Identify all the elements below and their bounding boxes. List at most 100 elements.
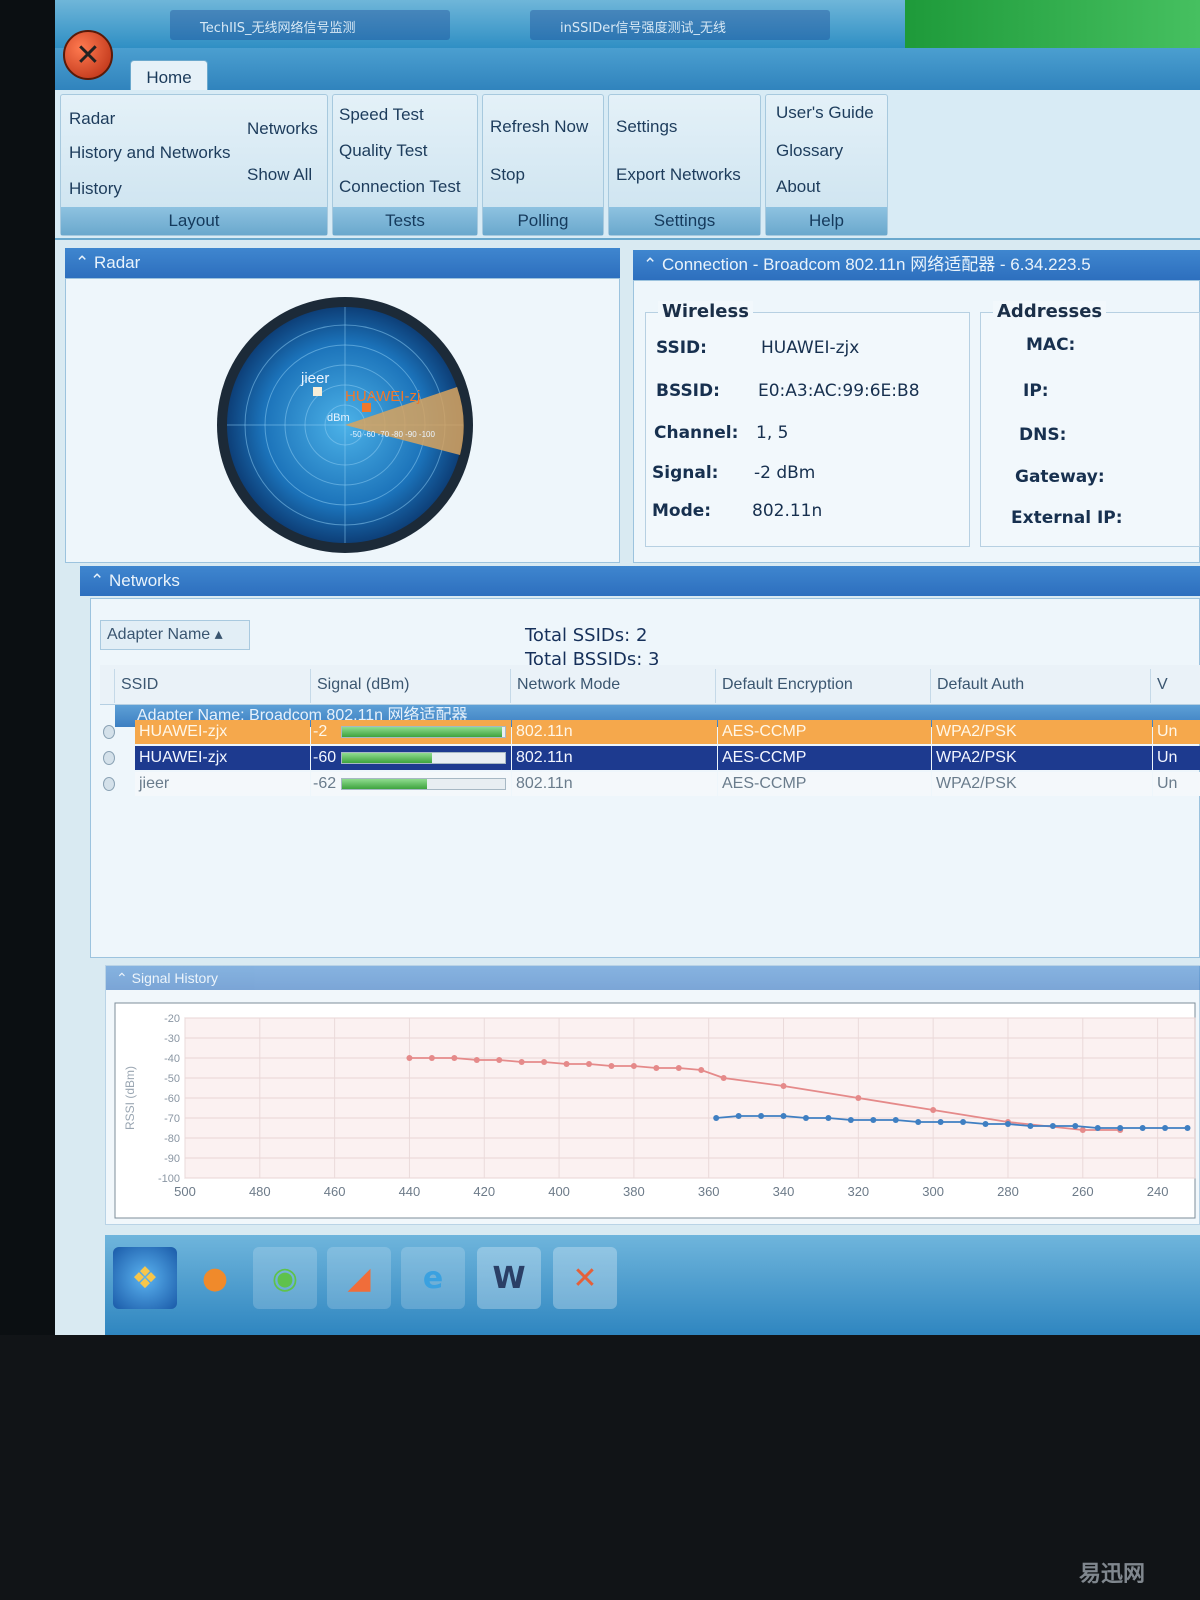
signal-history-chart[interactable]: -20-30-40-50-60-70-80-90-100500 480 460 440… <box>110 998 1200 1223</box>
layout-history-and-networks-button[interactable]: History and Networks <box>69 143 231 163</box>
app-menu-logo-icon[interactable]: ✕ <box>63 30 113 80</box>
stop-button[interactable]: Stop <box>490 165 525 185</box>
series-point-2[interactable] <box>713 1115 720 1121</box>
networks-table-header: SSID Signal (dBm) Network Mode Default E… <box>100 665 1200 705</box>
series-point-1[interactable] <box>1079 1127 1086 1133</box>
collapse-chevron-icon[interactable]: ⌃ <box>75 253 94 272</box>
radar-display[interactable]: jieer HUAWEI-zj dBm -50 -60 -70 -80 -90 … <box>205 295 485 575</box>
export-networks-button[interactable]: Export Networks <box>616 165 741 185</box>
vendor-cell: Un <box>1153 746 1200 770</box>
speed-test-button[interactable]: Speed Test <box>339 105 424 125</box>
series-point-2[interactable] <box>825 1115 832 1121</box>
mode-cell: 802.11n <box>512 746 717 770</box>
series-point-2[interactable] <box>1094 1125 1101 1131</box>
series-point-2[interactable] <box>1117 1125 1124 1131</box>
quality-test-button[interactable]: Quality Test <box>339 141 428 161</box>
taskbar-tab-2[interactable]: inSSIDer信号强度测试_无线 <box>530 10 830 40</box>
series-point-2[interactable] <box>758 1113 765 1119</box>
series-point-2[interactable] <box>735 1113 742 1119</box>
signal-history-header[interactable]: ⌃ Signal History <box>106 966 1200 990</box>
series-point-1[interactable] <box>720 1075 727 1081</box>
column-default-encryption[interactable]: Default Encryption <box>715 669 930 703</box>
y-tick-label: -70 <box>164 1113 180 1125</box>
column-default-auth[interactable]: Default Auth <box>930 669 1150 703</box>
series-point-2[interactable] <box>1049 1123 1056 1129</box>
browser-icon[interactable]: ◉ <box>253 1247 317 1309</box>
ie-icon[interactable]: e <box>401 1247 465 1309</box>
signal-history-title: Signal History <box>131 970 218 986</box>
series-point-2[interactable] <box>1139 1125 1146 1131</box>
series-point-2[interactable] <box>1004 1121 1011 1127</box>
series-point-1[interactable] <box>451 1055 458 1061</box>
layout-networks-button[interactable]: Networks <box>247 119 318 139</box>
about-button[interactable]: About <box>776 177 820 197</box>
y-tick-label: -60 <box>164 1093 180 1105</box>
network-marker-jieer[interactable] <box>313 387 322 396</box>
series-point-1[interactable] <box>698 1067 705 1073</box>
x-tick-label: 300 <box>922 1184 944 1199</box>
network-row[interactable]: jieer -62 802.11n AES-CCMP WPA2/PSK Un <box>135 772 1200 796</box>
start-orb-icon[interactable]: ❖ <box>113 1247 177 1309</box>
series-point-1[interactable] <box>675 1065 682 1071</box>
series-point-1[interactable] <box>563 1061 570 1067</box>
series-point-1[interactable] <box>586 1061 592 1067</box>
networks-panel-header[interactable]: ⌃ Networks <box>80 566 1200 596</box>
series-point-2[interactable] <box>780 1113 787 1119</box>
column-vendor[interactable]: V <box>1150 669 1200 703</box>
column-ssid[interactable]: SSID <box>114 669 309 703</box>
series-point-2[interactable] <box>802 1115 809 1121</box>
users-guide-button[interactable]: User's Guide <box>776 103 874 123</box>
series-point-2[interactable] <box>937 1119 944 1125</box>
collapse-chevron-icon[interactable]: ⌃ <box>116 970 132 986</box>
layout-history-button[interactable]: History <box>69 179 122 199</box>
series-point-2[interactable] <box>1162 1125 1169 1131</box>
series-point-2[interactable] <box>1027 1123 1034 1129</box>
tab-home[interactable]: Home <box>130 60 208 94</box>
series-point-1[interactable] <box>428 1055 435 1061</box>
collapse-chevron-icon[interactable]: ⌃ <box>643 255 662 274</box>
y-tick-label: -80 <box>164 1133 180 1145</box>
series-point-1[interactable] <box>630 1063 637 1069</box>
series-point-2[interactable] <box>870 1117 877 1123</box>
network-row[interactable]: HUAWEI-zjx -2 802.11n AES-CCMP WPA2/PSK Un <box>135 720 1200 744</box>
series-point-1[interactable] <box>496 1057 503 1063</box>
chat-icon[interactable]: ◢ <box>327 1247 391 1309</box>
connection-panel-header[interactable]: ⌃ Connection - Broadcom 802.11n 网络适配器 - … <box>633 250 1200 280</box>
column-signal[interactable]: Signal (dBm) <box>310 669 510 703</box>
collapse-chevron-icon[interactable]: ⌃ <box>90 571 109 590</box>
media-icon[interactable]: ● <box>183 1247 247 1309</box>
series-point-1[interactable] <box>653 1065 660 1071</box>
glossary-button[interactable]: Glossary <box>776 141 843 161</box>
series-point-2[interactable] <box>1184 1125 1191 1131</box>
network-row[interactable]: HUAWEI-zjx -60 802.11n AES-CCMP WPA2/PSK Un <box>135 746 1200 770</box>
connection-test-button[interactable]: Connection Test <box>339 177 461 197</box>
word-icon[interactable]: W <box>477 1247 541 1309</box>
series-point-1[interactable] <box>930 1107 937 1113</box>
series-point-2[interactable] <box>982 1121 989 1127</box>
refresh-now-button[interactable]: Refresh Now <box>490 117 588 137</box>
series-point-2[interactable] <box>1072 1123 1079 1129</box>
series-point-2[interactable] <box>892 1117 899 1123</box>
series-point-1[interactable] <box>608 1063 615 1069</box>
ribbon-group-label-tests: Tests <box>333 207 477 235</box>
series-point-2[interactable] <box>847 1117 854 1123</box>
x-tick-label: 420 <box>473 1184 495 1199</box>
column-network-mode[interactable]: Network Mode <box>510 669 715 703</box>
series-point-1[interactable] <box>780 1083 787 1089</box>
series-point-1[interactable] <box>855 1095 862 1101</box>
series-point-2[interactable] <box>915 1119 922 1125</box>
lock-icon <box>103 751 115 765</box>
series-point-1[interactable] <box>541 1059 548 1065</box>
layout-show-all-button[interactable]: Show All <box>247 165 312 185</box>
series-point-1[interactable] <box>473 1057 480 1063</box>
taskbar-tab-1[interactable]: TechIIS_无线网络信号监测 <box>170 10 450 40</box>
layout-radar-button[interactable]: Radar <box>69 109 115 129</box>
inssider-icon[interactable]: ✕ <box>553 1247 617 1309</box>
vendor-cell: Un <box>1153 720 1200 744</box>
radar-panel-header[interactable]: ⌃ Radar <box>65 248 620 278</box>
group-by-adapter-chip[interactable]: Adapter Name ▴ <box>100 620 250 650</box>
series-point-1[interactable] <box>518 1059 525 1065</box>
series-point-2[interactable] <box>960 1119 967 1125</box>
series-point-1[interactable] <box>406 1055 413 1061</box>
settings-button[interactable]: Settings <box>616 117 677 137</box>
